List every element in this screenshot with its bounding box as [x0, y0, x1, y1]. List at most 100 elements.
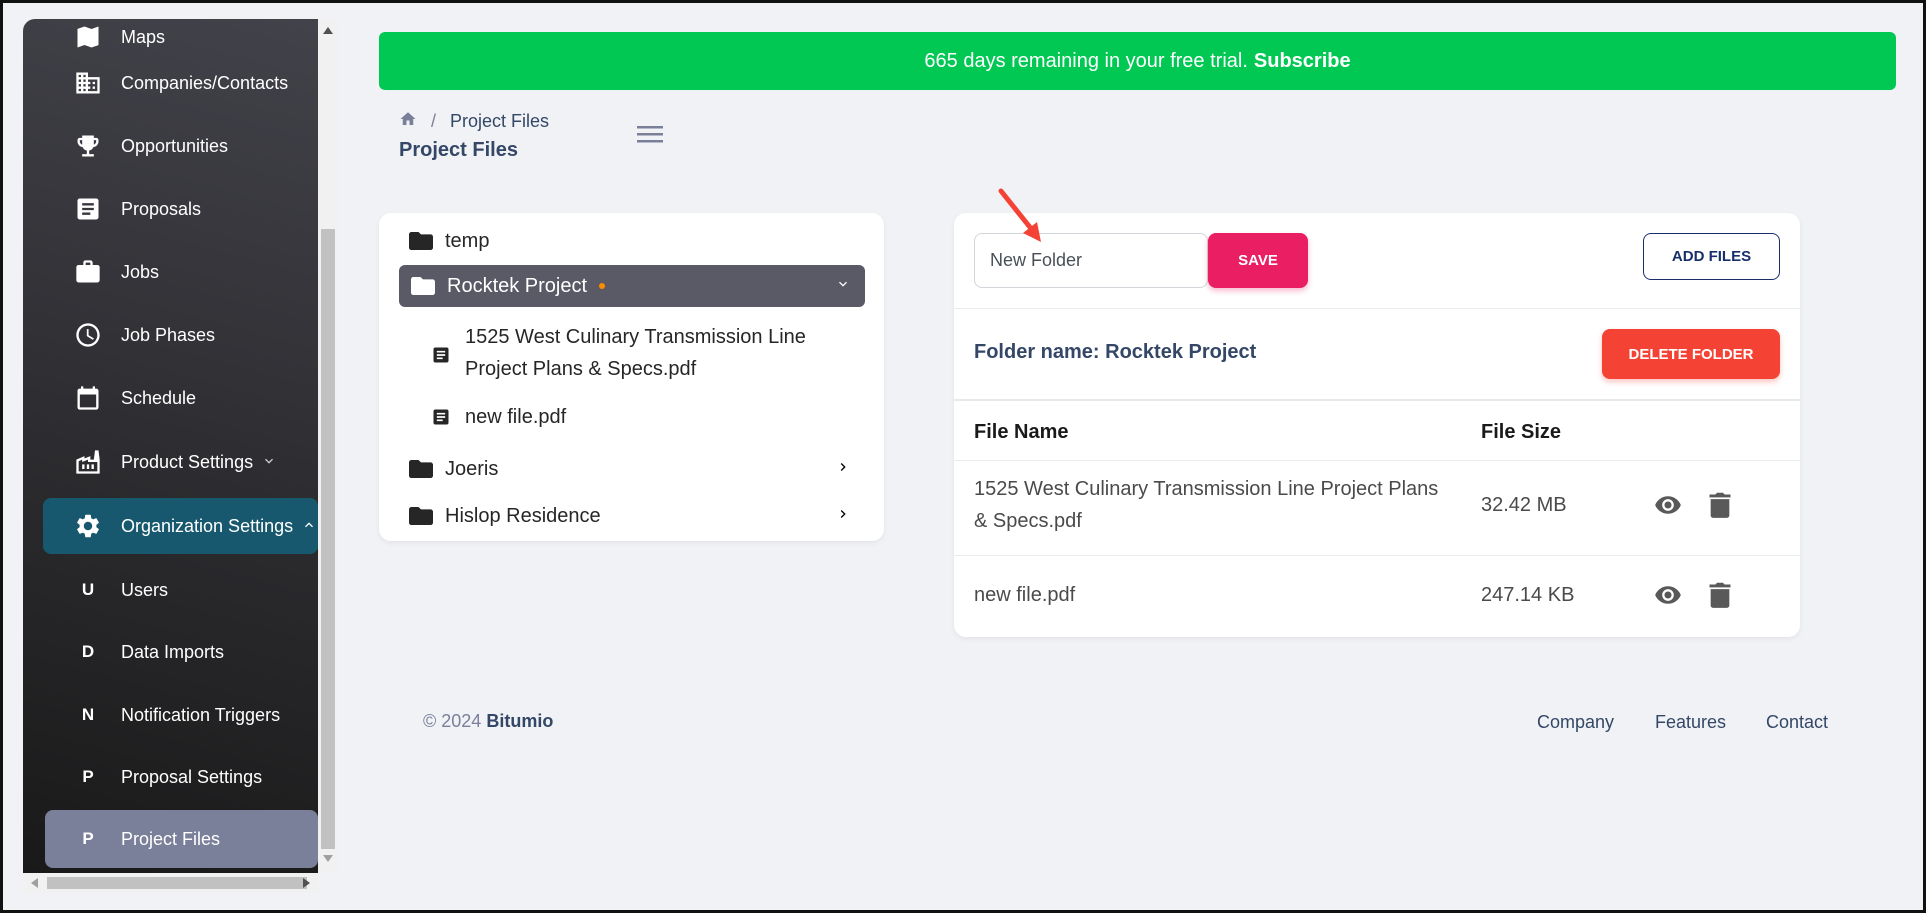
- sidebar-item-label: Maps: [121, 26, 166, 47]
- sidebar-subitem-data-imports[interactable]: D Data Imports: [43, 624, 318, 680]
- view-eye-icon[interactable]: [1654, 581, 1682, 614]
- document-icon: [73, 194, 103, 224]
- map-icon: [73, 22, 103, 52]
- folder-icon: [411, 276, 435, 296]
- sidebar-item-label: Project Files: [121, 828, 221, 849]
- trial-banner-text: 665 days remaining in your free trial.: [924, 49, 1248, 72]
- folder-name: Hislop Residence: [445, 504, 601, 527]
- file-name-line1: 1525 West Culinary Transmission Line Pro…: [974, 478, 1439, 500]
- sidebar-item-label: Companies/Contacts: [121, 72, 289, 93]
- sidebar-item-label: Data Imports: [121, 641, 225, 662]
- sidebar-item-label: Users: [121, 579, 169, 600]
- footer-link-features[interactable]: Features: [1655, 712, 1726, 733]
- divider: [954, 555, 1800, 556]
- building-icon: [73, 68, 103, 98]
- trash-icon[interactable]: [1708, 581, 1732, 614]
- folder-name: Joeris: [445, 457, 499, 480]
- divider: [954, 399, 1800, 401]
- sidebar-subitem-proposal-settings[interactable]: P Proposal Settings: [43, 749, 318, 805]
- footer-link-contact[interactable]: Contact: [1766, 712, 1828, 733]
- file-size-cell: 32.42 MB: [1481, 494, 1567, 516]
- gear-icon: [73, 511, 103, 541]
- file-name-cell: 1525 West Culinary Transmission Line Pro…: [974, 473, 1474, 537]
- sidebar-item-schedule[interactable]: Schedule: [43, 370, 318, 426]
- calendar-icon: [73, 383, 103, 413]
- sidebar-subitem-project-files[interactable]: P Project Files: [45, 810, 318, 868]
- file-name: new file.pdf: [465, 405, 567, 428]
- folder-item-hislop-residence[interactable]: Hislop Residence: [409, 500, 865, 532]
- scrollbar-thumb[interactable]: [47, 877, 307, 889]
- divider: [954, 308, 1800, 309]
- chevron-right-icon[interactable]: [835, 458, 851, 481]
- sidebar-item-letter: N: [81, 705, 95, 724]
- folder-name: Rocktek Project: [447, 274, 588, 297]
- add-files-button[interactable]: ADD FILES: [1643, 233, 1780, 280]
- factory-icon: [73, 447, 103, 477]
- file-name-line2: & Specs.pdf: [974, 510, 1082, 532]
- sidebar: Maps Companies/Contacts Opportunities Pr…: [23, 19, 318, 873]
- scrollbar-thumb[interactable]: [321, 229, 335, 849]
- scroll-right-arrow-icon[interactable]: [303, 878, 310, 888]
- sidebar-item-letter: U: [81, 580, 95, 599]
- chevron-down-icon[interactable]: [835, 275, 851, 298]
- breadcrumb-current: Project Files: [450, 111, 550, 131]
- briefcase-icon: [73, 257, 103, 287]
- sidebar-item-label: Notification Triggers: [121, 704, 281, 725]
- breadcrumb-separator: /: [431, 111, 437, 131]
- sidebar-item-label: Schedule: [121, 387, 197, 408]
- view-eye-icon[interactable]: [1654, 491, 1682, 524]
- sidebar-item-label: Product Settings: [121, 451, 254, 472]
- trash-icon[interactable]: [1708, 491, 1732, 524]
- sidebar-item-product-settings[interactable]: Product Settings: [43, 434, 318, 490]
- sidebar-item-jobs[interactable]: Jobs: [43, 244, 318, 300]
- trophy-icon: [73, 131, 103, 161]
- annotation-arrow-icon: [998, 188, 1041, 242]
- unsaved-indicator-dot: [599, 283, 606, 289]
- sidebar-item-label: Proposal Settings: [121, 766, 263, 787]
- subscribe-link[interactable]: Subscribe: [1254, 50, 1351, 73]
- clock-icon: [73, 320, 103, 350]
- sidebar-item-label: Opportunities: [121, 135, 229, 156]
- scroll-up-arrow-icon[interactable]: [323, 27, 333, 34]
- column-header-file-name: File Name: [974, 421, 1069, 443]
- scroll-left-arrow-icon[interactable]: [31, 878, 38, 888]
- sidebar-subitem-users[interactable]: U Users: [43, 562, 318, 618]
- document-icon: [429, 345, 453, 365]
- document-icon: [429, 407, 453, 427]
- file-name-cell: new file.pdf: [974, 584, 1076, 606]
- folder-item-temp[interactable]: temp: [409, 225, 489, 257]
- breadcrumb: / Project Files: [399, 110, 549, 133]
- sidebar-item-letter: P: [82, 829, 94, 848]
- save-button[interactable]: SAVE: [1208, 233, 1308, 288]
- scroll-down-arrow-icon[interactable]: [323, 855, 333, 862]
- file-item-plans-specs[interactable]: 1525 West Culinary Transmission Line Pro…: [429, 321, 806, 385]
- folder-icon: [409, 506, 433, 526]
- folder-icon: [409, 459, 433, 479]
- sidebar-item-label: Proposals: [121, 198, 202, 219]
- copyright-text: © 2024: [423, 711, 482, 731]
- chevron-down-icon: [261, 453, 277, 472]
- file-item-new-file[interactable]: new file.pdf: [429, 401, 566, 433]
- hamburger-menu-icon[interactable]: [637, 123, 663, 150]
- sidebar-item-opportunities[interactable]: Opportunities: [43, 118, 318, 174]
- sidebar-vertical-scrollbar[interactable]: [318, 19, 338, 873]
- app-frame: Maps Companies/Contacts Opportunities Pr…: [0, 0, 1926, 913]
- folder-item-rocktek-project[interactable]: Rocktek Project: [399, 265, 865, 307]
- column-header-file-size: File Size: [1481, 421, 1562, 443]
- chevron-right-icon[interactable]: [835, 505, 851, 528]
- delete-folder-button[interactable]: DELETE FOLDER: [1602, 329, 1780, 379]
- sidebar-horizontal-scrollbar[interactable]: [23, 873, 318, 893]
- footer-copyright: © 2024 Bitumio: [423, 711, 553, 732]
- sidebar-subitem-notification-triggers[interactable]: N Notification Triggers: [43, 687, 318, 743]
- sidebar-item-companies[interactable]: Companies/Contacts: [43, 55, 318, 111]
- home-icon[interactable]: [399, 110, 417, 133]
- folder-icon: [409, 231, 433, 251]
- file-name-line1: 1525 West Culinary Transmission Line: [465, 326, 806, 348]
- sidebar-item-job-phases[interactable]: Job Phases: [43, 307, 318, 363]
- brand-link[interactable]: Bitumio: [486, 711, 553, 731]
- footer-link-company[interactable]: Company: [1537, 712, 1614, 733]
- sidebar-item-organization-settings[interactable]: Organization Settings: [43, 498, 318, 554]
- sidebar-item-letter: D: [81, 642, 95, 661]
- sidebar-item-proposals[interactable]: Proposals: [43, 181, 318, 237]
- folder-item-joeris[interactable]: Joeris: [409, 453, 865, 485]
